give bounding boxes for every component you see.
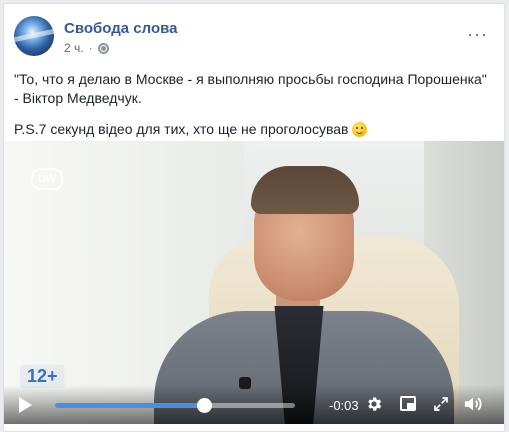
meta-separator: · [88, 41, 93, 55]
post-header: Свобода слова 2 ч. · ··· [14, 16, 494, 60]
post-paragraph-ps: P.S.7 секунд відео для тих, хто ще не пр… [14, 120, 489, 139]
progress-fill [55, 403, 204, 408]
volume-icon[interactable] [463, 394, 485, 414]
video-controls: -0:03 [4, 385, 504, 424]
play-icon[interactable] [19, 397, 32, 413]
globe-icon [97, 42, 109, 54]
smile-icon [352, 122, 368, 137]
video-player[interactable]: DW 12+ -0:03 [4, 141, 504, 424]
progress-thumb[interactable] [196, 398, 212, 413]
progress-bar[interactable] [55, 398, 295, 413]
time-remaining: -0:03 [329, 398, 359, 413]
fullscreen-icon[interactable] [432, 395, 450, 413]
page-avatar[interactable] [14, 16, 54, 56]
post-text: "То, что я делаю в Москве - я выполняю п… [14, 70, 489, 151]
post-card: Свобода слова 2 ч. · ··· "То, что я дела… [3, 3, 505, 432]
mini-player-icon[interactable] [400, 396, 416, 411]
page-name-link[interactable]: Свобода слова [64, 20, 177, 37]
more-options-button[interactable]: ··· [467, 24, 488, 45]
post-paragraph-quote: "То, что я делаю в Москве - я выполняю п… [14, 71, 487, 106]
dw-logo-icon: DW [31, 168, 63, 190]
post-meta: 2 ч. · [64, 41, 109, 55]
post-timestamp[interactable]: 2 ч. [64, 41, 84, 55]
gear-icon[interactable] [365, 395, 383, 413]
